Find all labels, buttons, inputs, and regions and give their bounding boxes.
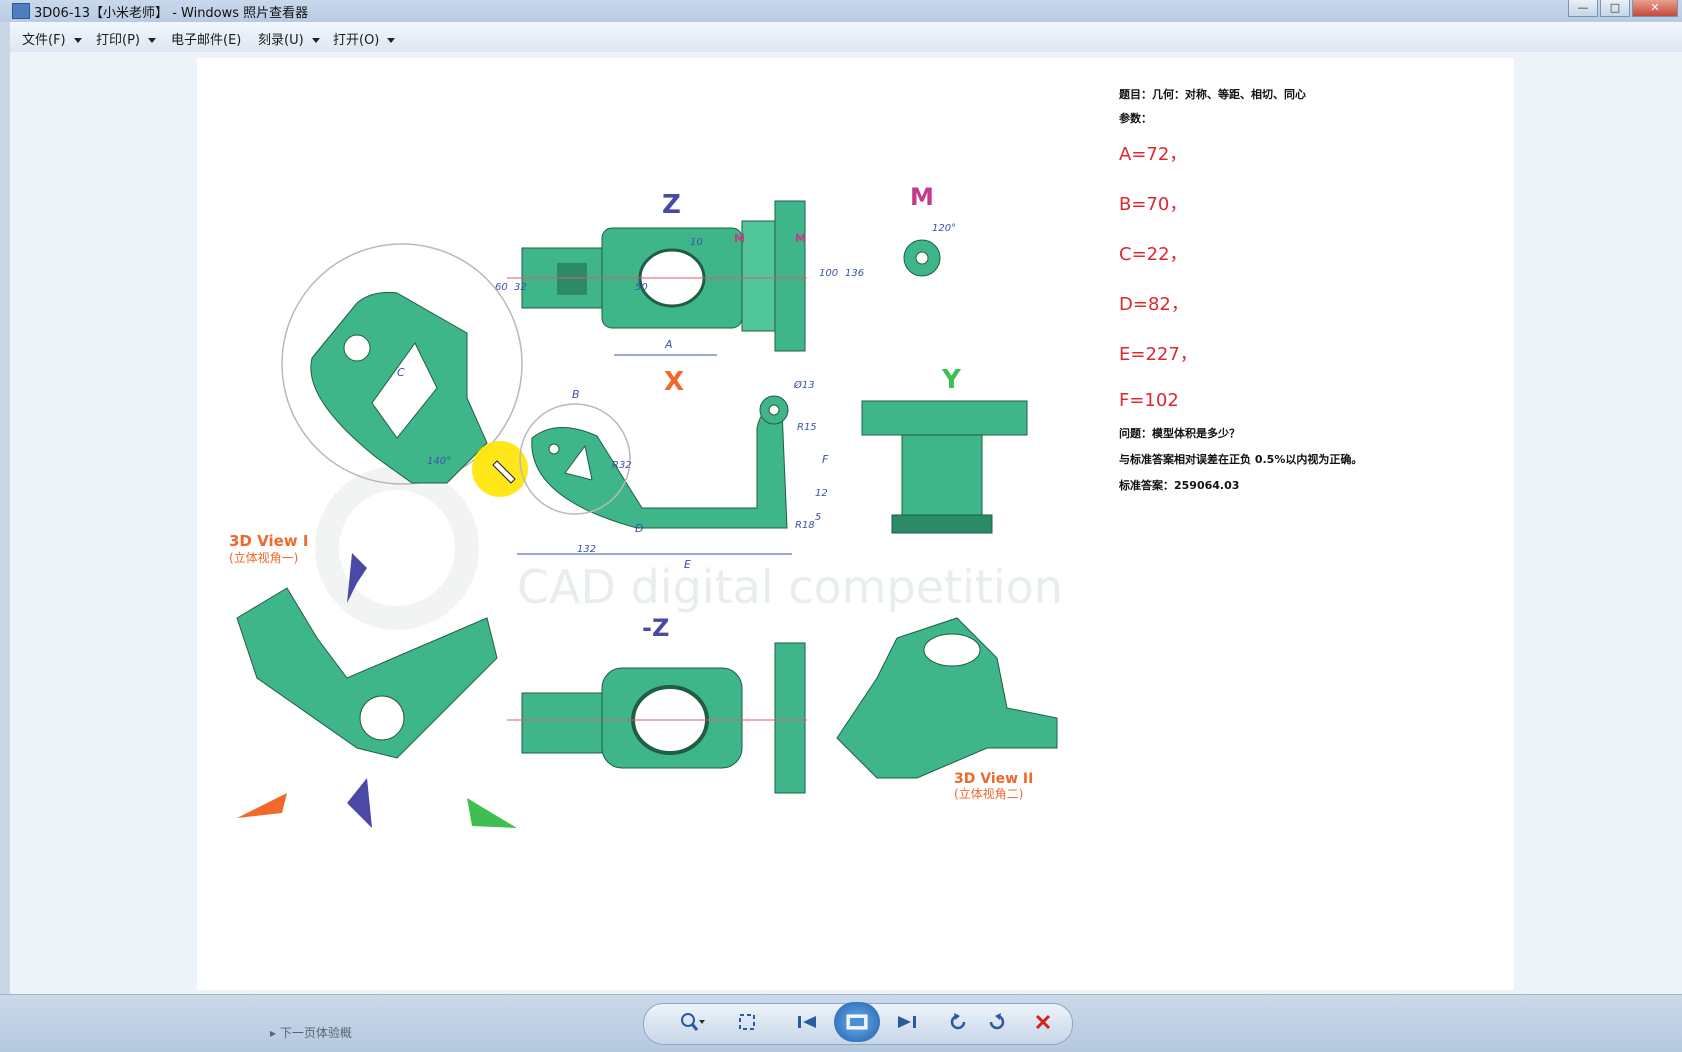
close-button[interactable]: ✕ <box>1632 0 1678 17</box>
menu-email[interactable]: 电子邮件(E) <box>171 29 241 48</box>
dim-dia-13: Ø13 <box>793 379 815 391</box>
dim-136: 136 <box>845 268 864 279</box>
fit-icon <box>739 1014 755 1030</box>
slideshow-icon <box>846 1014 868 1030</box>
side-view-top <box>861 400 1028 436</box>
photo-viewer-icon <box>12 3 30 19</box>
window-controls: — □ ✕ <box>1568 0 1678 17</box>
fit-to-window-button[interactable] <box>732 1004 762 1040</box>
slideshow-button[interactable] <box>834 1002 880 1042</box>
param-f: F=102 <box>1119 390 1179 411</box>
chevron-down-icon <box>73 38 82 43</box>
menu-file-label: 文件(F) <box>22 33 66 48</box>
title-bar: 3D06-13【小米老师】 - Windows 照片查看器 — □ ✕ <box>0 0 1682 23</box>
dim-r32: R32 <box>612 460 632 471</box>
param-b: B=70， <box>1119 194 1188 215</box>
dim-5: 5 <box>815 512 821 523</box>
next-button[interactable] <box>882 1004 932 1040</box>
displayed-image: CAD digital competition Z M M 60 32 50 1… <box>197 58 1514 990</box>
label-minus-z: -Z <box>642 614 669 642</box>
dim-132: 132 <box>577 544 596 555</box>
menu-bar: 文件(F) 打印(P) 电子邮件(E) 刻录(U) 打开(O) <box>10 22 1682 53</box>
menu-email-label: 电子邮件(E) <box>171 33 242 48</box>
minimize-button[interactable]: — <box>1568 0 1598 17</box>
dim-r15: R15 <box>797 422 817 433</box>
dim-32: 32 <box>514 282 527 293</box>
dim-E: E <box>684 558 691 571</box>
label-m: M <box>910 183 934 211</box>
tolerance-text: 与标准答案相对误差在正负 0.5%以内视为正确。 <box>1119 453 1363 466</box>
taskbar-hint: ▸ 下一页体验概 <box>270 1026 352 1040</box>
question-text: 问题：模型体积是多少？ <box>1119 427 1240 440</box>
label-3d-view-1: 3D View I <box>229 532 308 550</box>
label-m-small-2: M <box>795 232 806 245</box>
param-c: C=22， <box>1119 244 1188 265</box>
param-a: A=72， <box>1119 144 1188 165</box>
label-m-small-1: M <box>734 232 745 245</box>
dim-140: 140° <box>427 456 451 467</box>
label-x: X <box>664 367 684 397</box>
zoom-button[interactable] <box>672 1004 712 1040</box>
window-title: 3D06-13【小米老师】 - Windows 照片查看器 <box>34 6 309 21</box>
menu-open[interactable]: 打开(O) <box>333 29 396 48</box>
params-label: 参数： <box>1119 112 1152 125</box>
next-icon <box>898 1016 916 1028</box>
watermark-text: CAD digital competition <box>517 560 1063 614</box>
chevron-down-icon <box>147 38 156 43</box>
question-topic: 题目：几何：对称、等距、相切、同心 <box>1119 88 1306 101</box>
label-3d-view-1-cn: (立体视角一) <box>229 550 298 565</box>
side-view-body <box>901 434 983 516</box>
dim-A: A <box>664 338 673 351</box>
chevron-down-icon <box>311 38 320 43</box>
dim-10: 10 <box>690 237 703 248</box>
delete-button[interactable] <box>1028 1004 1058 1040</box>
arrow-y-icon <box>467 798 517 828</box>
detail-hole <box>343 334 371 362</box>
dim-r18: R18 <box>795 520 815 531</box>
chevron-down-icon <box>387 38 396 43</box>
label-3d-view-2: 3D View II <box>954 771 1033 787</box>
label-y: Y <box>941 365 962 395</box>
dim-120-angle: 120° <box>932 223 956 234</box>
menu-open-label: 打开(O) <box>333 33 380 48</box>
maximize-button[interactable]: □ <box>1600 0 1630 17</box>
rotate-counterclockwise-button[interactable] <box>945 1004 973 1040</box>
menu-burn-label: 刻录(U) <box>258 33 304 48</box>
menu-file[interactable]: 文件(F) <box>22 29 82 48</box>
dim-100: 100 <box>819 268 838 279</box>
top-view <box>521 200 806 352</box>
arrow-minus-z-icon <box>347 778 372 828</box>
rotate-cw-icon <box>989 1013 1005 1030</box>
dim-50: 50 <box>635 282 648 293</box>
dim-D: D <box>635 522 643 535</box>
previous-button[interactable] <box>782 1004 832 1040</box>
dim-12: 12 <box>815 488 828 499</box>
dim-C: C <box>397 366 405 379</box>
param-e: E=227， <box>1119 344 1198 365</box>
standard-answer: 标准答案：259064.03 <box>1119 479 1240 492</box>
previous-icon <box>798 1016 816 1028</box>
rotate-ccw-icon <box>950 1013 966 1030</box>
cad-drawing: CAD digital competition Z M M 60 32 50 1… <box>229 183 1063 828</box>
label-3d-view-2-cn: (立体视角二) <box>954 786 1023 801</box>
menu-print-label: 打印(P) <box>96 33 140 48</box>
dim-B: B <box>572 388 580 401</box>
arrow-x-icon <box>237 793 287 818</box>
param-d: D=82， <box>1119 294 1189 315</box>
menu-burn[interactable]: 刻录(U) <box>258 29 320 48</box>
rotate-clockwise-button[interactable] <box>982 1004 1010 1040</box>
menu-print[interactable]: 打印(P) <box>96 29 156 48</box>
label-z: Z <box>662 190 681 220</box>
dim-F: F <box>822 453 829 466</box>
question-panel: 题目：几何：对称、等距、相切、同心 参数： A=72， B=70， C=22， … <box>1119 80 1479 493</box>
zoom-icon <box>681 1013 705 1031</box>
delete-icon <box>1035 1014 1051 1030</box>
